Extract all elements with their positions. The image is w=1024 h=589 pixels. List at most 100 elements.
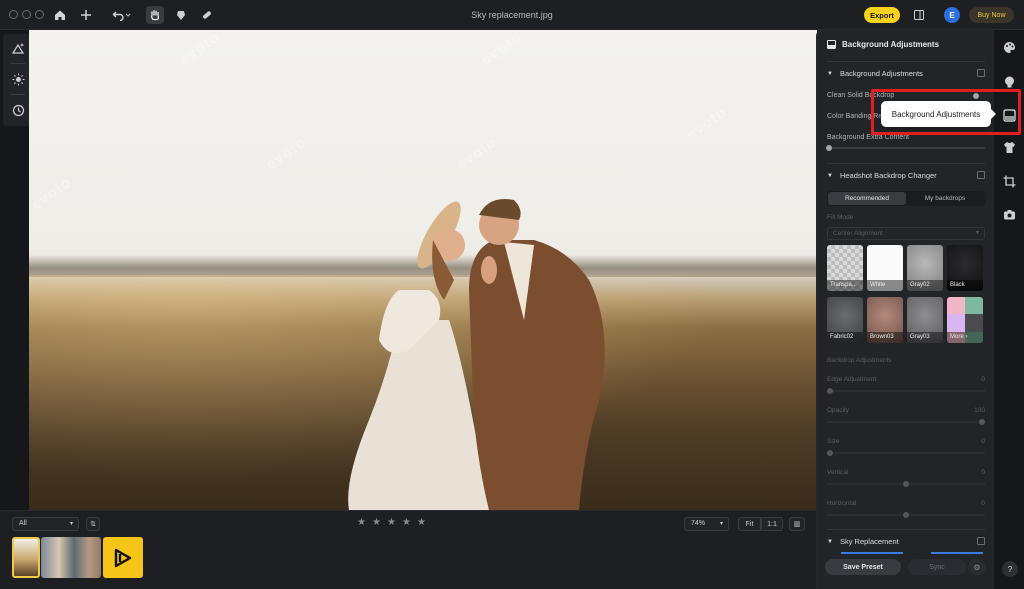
minimize-window-button[interactable] <box>22 10 31 19</box>
hand-tool-icon[interactable] <box>146 6 164 24</box>
section-header-sky-replacement[interactable]: ▼ Sky Replacement <box>827 537 899 546</box>
highlight-box <box>871 89 1021 135</box>
export-button[interactable]: Export <box>864 7 900 23</box>
thumbnail-couple[interactable] <box>12 537 40 578</box>
size-value: 0 <box>981 438 985 445</box>
backdrop-tile-white[interactable]: White <box>867 245 903 291</box>
thumbnail-group[interactable] <box>41 537 101 578</box>
chevron-down-icon: ▾ <box>975 230 979 236</box>
filter-select[interactable]: All ▾ <box>12 517 79 531</box>
panel-divider <box>827 61 985 62</box>
edge-adjustment-label: Edge Adjustment <box>827 376 877 383</box>
sync-button[interactable]: Sync <box>908 559 966 575</box>
toolbar-divider <box>11 94 25 95</box>
tile-swatch <box>965 314 983 332</box>
backdrop-tile-brown03[interactable]: Brown03 <box>867 297 903 343</box>
section-edit-icon[interactable] <box>977 69 985 77</box>
edge-adjustment-slider[interactable] <box>827 388 985 394</box>
backdrop-adjustments-label: Backdrop Adjustments <box>827 357 892 364</box>
zoom-select[interactable]: 74% ▾ <box>684 517 729 531</box>
backdrop-tile-black[interactable]: Black <box>947 245 983 291</box>
watermark: evoto <box>263 133 310 174</box>
zoom-window-button[interactable] <box>35 10 44 19</box>
photo-couple <box>348 199 605 510</box>
sort-button[interactable]: ⇅ <box>86 517 100 531</box>
panel-title-text: Background Adjustments <box>842 40 940 49</box>
fit-button[interactable]: Fit <box>738 517 761 531</box>
backdrop-tile-gray03[interactable]: Gray03 <box>907 297 943 343</box>
app-window: Sky replacement.jpg Export E Buy Now evo… <box>0 0 1024 589</box>
undo-history-chevron-icon[interactable] <box>124 6 132 24</box>
add-icon[interactable] <box>77 6 95 24</box>
photo-canvas[interactable]: evoto evoto evoto evoto evoto evoto <box>29 30 817 510</box>
user-avatar[interactable]: E <box>944 7 960 23</box>
filter-select-value: All <box>19 520 27 527</box>
rating-star[interactable]: ★ <box>371 517 382 528</box>
tab-recommended[interactable]: Recommended <box>828 192 906 205</box>
bandage-tool-icon[interactable] <box>198 6 216 24</box>
evoto-logo-icon <box>114 548 132 567</box>
rating-star[interactable]: ★ <box>386 517 397 528</box>
save-preset-button[interactable]: Save Preset <box>825 559 901 575</box>
clothing-icon[interactable] <box>1002 140 1016 154</box>
history-icon[interactable] <box>10 102 26 118</box>
slider-knob[interactable] <box>826 145 832 151</box>
palette-icon[interactable] <box>1002 40 1016 54</box>
fill-mode-select[interactable]: Center Alignment ▾ <box>827 227 985 240</box>
section-header-background-adjustments[interactable]: ▼ Background Adjustments <box>827 69 923 78</box>
sync-settings-button[interactable]: ⚙ <box>968 559 986 575</box>
rating-star[interactable]: ★ <box>401 517 412 528</box>
background-extra-content-slider[interactable] <box>826 145 985 151</box>
backdrop-tile-gray02[interactable]: Gray02 <box>907 245 943 291</box>
horizontal-value: 0 <box>981 500 985 507</box>
tile-label: Fabric02 <box>827 332 863 343</box>
size-label: Size <box>827 438 840 445</box>
rating-star[interactable]: ★ <box>356 517 367 528</box>
crop-icon[interactable] <box>1002 174 1016 188</box>
tile-label: Gray03 <box>907 332 943 343</box>
tab-my-backdrops[interactable]: My backdrops <box>906 192 984 205</box>
sun-icon[interactable] <box>10 71 26 87</box>
ai-adjust-icon[interactable] <box>10 40 26 56</box>
vertical-value: 0 <box>981 469 985 476</box>
slider-knob[interactable] <box>903 512 909 518</box>
opacity-value: 100 <box>974 407 985 414</box>
sky-preset-strip <box>931 552 983 554</box>
tile-swatch <box>947 314 965 332</box>
horizontal-slider[interactable] <box>827 512 985 518</box>
slider-knob[interactable] <box>827 450 833 456</box>
edge-adjustment-value: 0 <box>981 376 985 383</box>
export-panel-icon[interactable] <box>910 6 928 24</box>
vertical-slider[interactable] <box>827 481 985 487</box>
slider-knob[interactable] <box>903 481 909 487</box>
watermark: evoto <box>453 133 500 174</box>
size-slider[interactable] <box>827 450 985 456</box>
tile-label: More › <box>947 332 983 343</box>
chevron-down-icon: ▾ <box>69 521 73 527</box>
horizontal-label: Horizontal <box>827 500 857 507</box>
compare-view-button[interactable]: ▥ <box>789 517 805 531</box>
face-icon[interactable] <box>1002 74 1016 88</box>
section-edit-icon[interactable] <box>977 537 985 545</box>
tile-label: Gray02 <box>907 280 943 291</box>
help-button[interactable]: ? <box>1002 561 1018 577</box>
backdrop-tile-fabric02[interactable]: Fabric02 <box>827 297 863 343</box>
slider-knob[interactable] <box>827 388 833 394</box>
slider-knob[interactable] <box>979 419 985 425</box>
backdrop-tile-more[interactable]: More › <box>947 297 983 343</box>
rating-star[interactable]: ★ <box>416 517 427 528</box>
close-window-button[interactable] <box>9 10 18 19</box>
section-edit-icon[interactable] <box>977 171 985 179</box>
retouch-tool-icon[interactable] <box>172 6 190 24</box>
backdrop-tabs: Recommended My backdrops <box>827 191 985 206</box>
backdrop-tile-transparent[interactable]: Transpa... <box>827 245 863 291</box>
section-header-headshot-backdrop-changer[interactable]: ▼ Headshot Backdrop Changer <box>827 171 937 180</box>
actual-size-button[interactable]: 1:1 <box>761 517 783 531</box>
panel-title: Background Adjustments <box>827 40 939 49</box>
buy-now-button[interactable]: Buy Now <box>969 7 1014 23</box>
opacity-slider[interactable] <box>827 419 985 425</box>
camera-icon[interactable] <box>1002 207 1016 221</box>
thumbnail-evoto-logo[interactable] <box>103 537 143 578</box>
watermark: evoto <box>478 30 525 69</box>
home-icon[interactable] <box>51 6 69 24</box>
